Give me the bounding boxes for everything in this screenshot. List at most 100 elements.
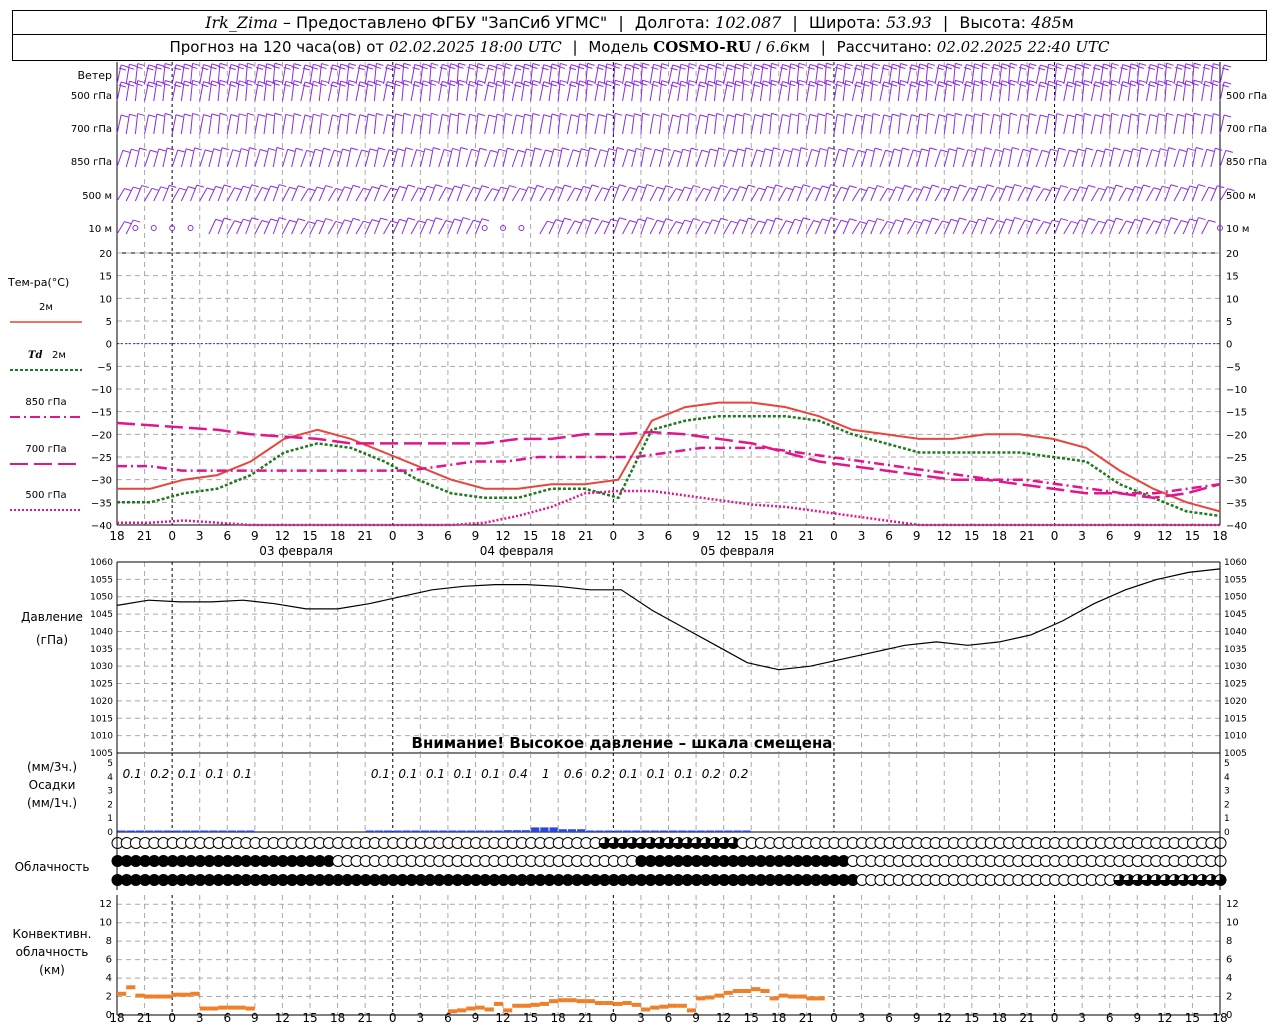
wind-barb-flag [898, 66, 906, 69]
wind-barb-flag [285, 63, 293, 67]
conv-xtick-label: 21 [1019, 1011, 1034, 1024]
wind-barb [226, 187, 235, 202]
conv-bar [466, 1006, 476, 1011]
wind-barb-flag [519, 187, 527, 191]
wind-barb-flag [217, 82, 225, 86]
wind-barb-flag [978, 218, 986, 222]
prec-bar [494, 830, 503, 832]
wind-barb-flag [914, 220, 922, 224]
temp-xtick-label: 3 [858, 529, 866, 543]
temp-ytick-left: −5 [97, 362, 112, 373]
wind-barb-flag [462, 184, 471, 188]
wind-barb-flag [969, 220, 977, 224]
temp-xtick-label: 0 [1051, 529, 1059, 543]
wind-barb-flag [959, 184, 967, 188]
wind-barb-flag [790, 80, 798, 84]
wind-barb-flag [1012, 147, 1020, 150]
prec-amount-label: 0.1 [233, 767, 252, 781]
wind-barb-flag [1001, 63, 1010, 67]
temp-xtick-label: 12 [716, 529, 731, 543]
prec-bar [678, 830, 687, 832]
wind-barb [1090, 114, 1096, 135]
pres-ytick-left: 1040 [90, 627, 113, 637]
conv-xtick-label: 3 [196, 1011, 204, 1024]
wind-barb-flag [534, 147, 542, 151]
wind-barb-flag [1027, 83, 1035, 87]
wind-barb-flag [526, 148, 534, 152]
wind-barb [1201, 149, 1208, 168]
wind-barb-flag [1181, 220, 1189, 223]
wind-barb-flag [264, 83, 272, 87]
prec-bar [181, 830, 191, 832]
wind-barb-flag [313, 113, 321, 117]
wind-barb-flag [420, 83, 428, 87]
wind-barb-flag [1122, 64, 1130, 68]
pres-ytick-left: 1005 [90, 749, 113, 759]
wind-barb-flag [124, 221, 132, 225]
wind-barb-flag [931, 217, 940, 221]
wind-barb-flag [473, 186, 481, 190]
wind-barb [649, 149, 656, 168]
wind-barb [410, 149, 418, 168]
wind-barb-flag [1164, 65, 1172, 69]
temp-ytick-left: 10 [99, 294, 112, 305]
wind-barb-flag [1164, 82, 1172, 86]
wind-barb-flag [763, 63, 771, 67]
wind-barb-flag [819, 147, 828, 151]
temp-ytick-right: 0 [1226, 340, 1232, 351]
wind-barb-flag [972, 83, 980, 87]
wind-barb-flag [604, 66, 612, 70]
wind-barb-flag [982, 79, 990, 83]
wind-barb-flag [1179, 149, 1187, 152]
wind-barb-flag [133, 186, 141, 190]
wind-barb-flag [219, 112, 228, 116]
wind-barb-flag [156, 63, 164, 67]
wind-barb-flag [217, 65, 225, 69]
wind-barb-flag [701, 149, 709, 153]
wind-title: Ветер [78, 69, 112, 82]
wind-barb [833, 149, 840, 168]
wind-barb-flag [718, 147, 726, 151]
wind-barb-flag [672, 114, 680, 118]
wind-barb-flag [1067, 114, 1075, 118]
conv-xtick-label: 6 [885, 1011, 893, 1024]
conv-bar [172, 992, 182, 997]
wind-barb-flag [532, 113, 540, 116]
wind-barb-flag [151, 187, 160, 191]
pres-ytick-left: 1015 [90, 714, 113, 724]
wind-barb-flag [765, 148, 773, 152]
wind-barb [962, 149, 969, 168]
prec-bar [650, 830, 659, 832]
wind-barb-flag [893, 148, 902, 152]
wind-barb-flag [923, 219, 931, 223]
wind-barb [1146, 220, 1155, 235]
wind-barb [1063, 150, 1070, 168]
wind-barb-flag [186, 148, 194, 152]
wind-barb-flag [716, 113, 724, 116]
prec-bar [604, 830, 613, 832]
wind-barb [750, 187, 759, 202]
wind-barb-flag [1115, 217, 1124, 221]
wind-barb-flag [634, 63, 642, 67]
wind-barb-flag [849, 218, 857, 222]
wind-barb-flag [585, 82, 593, 86]
wind-barb-flag [308, 188, 316, 192]
prec-bar [641, 830, 650, 832]
wind-barb-flag [663, 147, 671, 151]
conv-bar [558, 998, 568, 1003]
pres-ytick-left: 1030 [90, 662, 113, 672]
temp-ytick-right: −20 [1226, 430, 1247, 441]
wind-barb [805, 114, 811, 135]
wind-barb [539, 187, 548, 202]
wind-barb-flag [1158, 80, 1166, 84]
prec-bar [659, 830, 668, 832]
temp-xtick-label: 3 [417, 529, 425, 543]
wind-barb-flag [264, 66, 272, 70]
wind-barb-flag [469, 113, 477, 117]
wind-barb-flag [1198, 184, 1206, 188]
wind-barb-flag [823, 82, 832, 86]
wind-barb [1035, 114, 1041, 135]
wind-barb-flag [614, 62, 623, 66]
temp-xtick-label: 21 [578, 529, 593, 543]
wind-barb-flag [340, 113, 348, 117]
